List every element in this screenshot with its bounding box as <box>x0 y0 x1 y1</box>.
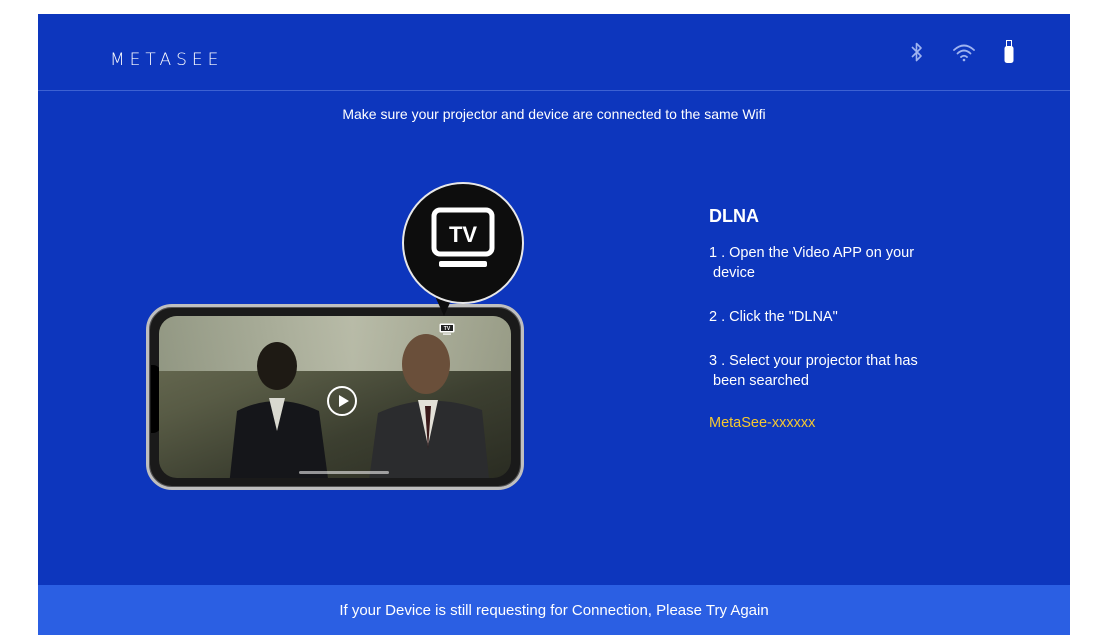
usb-icon <box>1004 40 1014 63</box>
play-button[interactable] <box>327 386 357 416</box>
phone-mockup: TV <box>146 304 524 490</box>
step-item: 3 . Select your projector that has been … <box>709 353 918 389</box>
brand-logo: METASEE <box>110 50 224 70</box>
dlna-title: DLNA <box>709 206 759 226</box>
home-indicator <box>299 471 389 474</box>
svg-text:TV: TV <box>444 326 451 332</box>
bluetooth-icon <box>911 42 922 62</box>
tv-callout: TV <box>402 182 524 304</box>
projector-screen: METASEE Make sure your projector and dev… <box>38 14 1070 635</box>
tv-icon: TV <box>431 207 495 267</box>
dlna-tv-icon[interactable]: TV <box>439 323 455 335</box>
wifi-instruction: Make sure your projector and device are … <box>342 106 766 122</box>
projector-device-name: MetaSee-xxxxxx <box>709 415 816 431</box>
dlna-illustration: TV TV <box>138 182 528 492</box>
retry-message: If your Device is still requesting for C… <box>339 601 769 619</box>
person-figure <box>369 334 489 478</box>
wifi-icon <box>953 44 975 62</box>
status-icons <box>910 40 1014 64</box>
video-thumbnail: TV <box>159 316 511 478</box>
step-item: 2 . Click the "DLNA" <box>709 309 838 325</box>
retry-footer: If your Device is still requesting for C… <box>38 585 1070 635</box>
dlna-steps: DLNA 1 . Open the Video APP on your devi… <box>709 206 1029 431</box>
step-item: 1 . Open the Video APP on your device <box>709 245 915 281</box>
person-figure <box>229 342 328 478</box>
top-bar: METASEE <box>38 14 1070 91</box>
svg-text:TV: TV <box>449 222 477 247</box>
